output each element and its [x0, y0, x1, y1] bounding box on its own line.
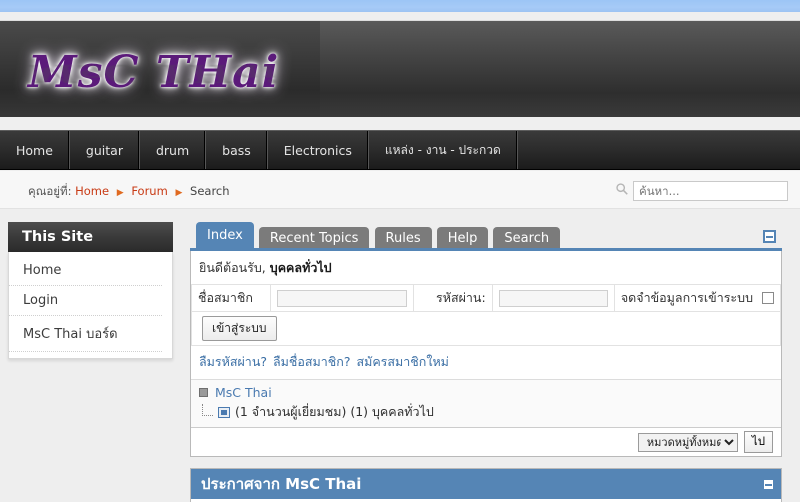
forum-tree: MsC Thai (1 จำนวนผู้เยี่ยมชม) (1) บุคคลท… — [191, 379, 781, 427]
forgot-username-link[interactable]: ลืมชื่อสมาชิก? — [273, 354, 350, 369]
top-gap — [0, 12, 800, 21]
nav-item-drum[interactable]: drum — [140, 131, 207, 169]
announcement-panel: ประกาศจาก MsC Thai ไม่มีหมวดหมู่ย่อยในหม… — [190, 468, 782, 502]
sidebar-title: This Site — [8, 222, 173, 252]
sidebar-item-login[interactable]: Login — [9, 286, 162, 316]
banner-sheen — [320, 21, 800, 117]
login-button-row: เข้าสู่ระบบ — [191, 311, 781, 346]
breadcrumb-separator-icon-2: ▶ — [175, 188, 183, 198]
remember-checkbox[interactable] — [762, 292, 774, 304]
username-cell — [269, 284, 415, 312]
welcome-message: ยินดีต้อนรับ, บุคคลทั่วไป — [191, 251, 781, 284]
register-link[interactable]: สมัครสมาชิกใหม่ — [356, 354, 448, 369]
tree-root-row[interactable]: MsC Thai — [199, 385, 781, 400]
login-button[interactable]: เข้าสู่ระบบ — [202, 316, 277, 341]
top-accent-strip — [0, 0, 800, 12]
go-button[interactable]: ไป — [743, 431, 773, 453]
search-icon — [616, 183, 628, 195]
category-filter-bar: หมวดหมู่ทั้งหมด ไป — [191, 427, 781, 456]
sidebar: This Site Home Login MsC Thai บอร์ด — [8, 222, 173, 359]
site-logo[interactable]: MsC THai MsC THai — [28, 47, 279, 98]
sidebar-list: Home Login MsC Thai บอร์ด — [8, 252, 173, 359]
announcement-title: ประกาศจาก MsC Thai — [191, 469, 781, 499]
nav-filler — [518, 131, 800, 169]
collapse-panel-icon[interactable] — [763, 230, 776, 243]
login-panel: ยินดีต้อนรับ, บุคคลทั่วไป ชื่อสมาชิก รหั… — [190, 251, 782, 457]
tree-child-row: (1 จำนวนผู้เยี่ยมชม) (1) บุคคลทั่วไป — [199, 402, 781, 422]
nav-item-guitar[interactable]: guitar — [70, 131, 140, 169]
guest-box-icon — [218, 406, 230, 418]
password-cell — [491, 284, 615, 312]
login-fields-row: ชื่อสมาชิก รหัสผ่าน: จดจำข้อมูลการเข้าระ… — [191, 284, 782, 312]
main-content: Index Recent Topics Rules Help Search ยิ… — [190, 222, 782, 502]
login-form: ชื่อสมาชิก รหัสผ่าน: จดจำข้อมูลการเข้าระ… — [191, 284, 782, 346]
username-label: ชื่อสมาชิก — [191, 284, 271, 312]
collapse-announcement-icon[interactable] — [762, 478, 775, 491]
password-label: รหัสผ่าน: — [413, 284, 493, 312]
banner-gap — [0, 117, 800, 130]
main-navigation: Home guitar drum bass Electronics แหล่ง … — [0, 130, 800, 170]
username-input[interactable] — [276, 289, 408, 307]
forgot-password-link[interactable]: ลืมรหัสผ่าน? — [199, 354, 267, 369]
site-logo-reflection: MsC THai — [28, 58, 280, 87]
remember-cell: จดจำข้อมูลการเข้าระบบ — [613, 284, 782, 312]
breadcrumb-prefix: คุณอยู่ที่: — [28, 184, 72, 198]
tab-index[interactable]: Index — [196, 222, 254, 251]
site-banner: MsC THai MsC THai — [0, 21, 800, 117]
page-root: MsC THai MsC THai Home guitar drum bass … — [0, 0, 800, 502]
breadcrumb-link-home[interactable]: Home — [75, 184, 109, 198]
tabbar-underline — [190, 248, 782, 251]
sidebar-item-home[interactable]: Home — [9, 256, 162, 286]
login-button-cell: เข้าสู่ระบบ — [191, 311, 781, 346]
login-help-links: ลืมรหัสผ่าน? ลืมชื่อสมาชิก? สมัครสมาชิกใ… — [191, 346, 781, 379]
sidebar-item-msc-thai-board[interactable]: MsC Thai บอร์ด — [9, 316, 162, 352]
breadcrumb-separator-icon: ▶ — [116, 188, 124, 198]
forum-tabbar: Index Recent Topics Rules Help Search — [190, 222, 782, 251]
search-input[interactable] — [633, 181, 788, 201]
category-select[interactable]: หมวดหมู่ทั้งหมด — [637, 432, 738, 452]
welcome-prefix: ยินดีต้อนรับ, — [199, 260, 266, 275]
breadcrumb-current: Search — [190, 184, 230, 198]
breadcrumb-link-forum[interactable]: Forum — [131, 184, 167, 198]
remember-label: จดจำข้อมูลการเข้าระบบ — [620, 290, 754, 305]
tree-root-label: MsC Thai — [215, 385, 272, 400]
nav-item-electronics[interactable]: Electronics — [268, 131, 369, 169]
nav-item-bass[interactable]: bass — [206, 131, 268, 169]
tree-elbow-icon — [202, 403, 213, 416]
password-input[interactable] — [498, 289, 608, 307]
search-box — [616, 180, 788, 201]
forum-square-icon — [199, 388, 208, 397]
tree-child-label: (1 จำนวนผู้เยี่ยมชม) (1) บุคคลทั่วไป — [235, 404, 434, 419]
breadcrumb: คุณอยู่ที่: Home ▶ Forum ▶ Search — [28, 183, 230, 201]
nav-item-home[interactable]: Home — [0, 131, 70, 169]
welcome-username: บุคคลทั่วไป — [269, 260, 332, 275]
nav-item-sources-jobs-contest[interactable]: แหล่ง - งาน - ประกวด — [369, 131, 518, 169]
